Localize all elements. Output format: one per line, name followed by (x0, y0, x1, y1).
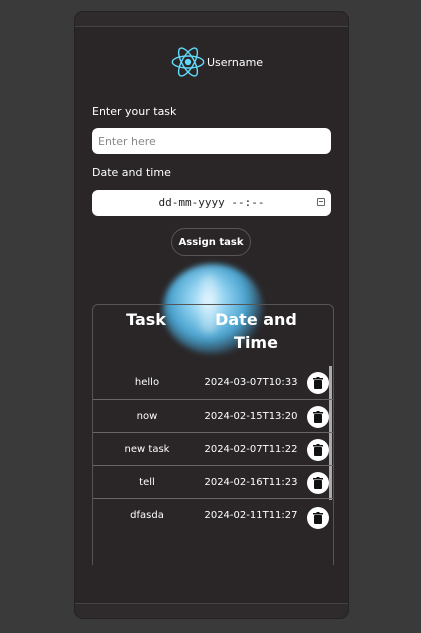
card-bottom-bar (75, 603, 348, 618)
table-row: hello 2024-03-07T10:33 (93, 366, 333, 400)
task-cell: tell (139, 477, 155, 488)
react-logo-icon (171, 47, 205, 77)
row-divider (329, 400, 332, 434)
task-cell: new task (124, 444, 170, 455)
date-cell: 2024-02-15T13:20 (204, 411, 298, 422)
task-cell: hello (134, 377, 160, 388)
datetime-label: Date and time (92, 166, 171, 179)
trash-icon (313, 411, 323, 423)
table-row: tell 2024-02-16T11:23 (93, 465, 333, 500)
brand: Username (168, 44, 263, 80)
date-cell: 2024-02-11T11:27 (204, 510, 298, 521)
username-label: Username (207, 55, 264, 69)
task-cell: now (136, 411, 158, 422)
date-cell: 2024-02-07T11:22 (204, 444, 298, 455)
task-input[interactable] (92, 128, 331, 154)
datetime-input[interactable]: dd-mm-yyyy --:-- (92, 190, 331, 216)
row-divider (329, 466, 332, 500)
table-row: now 2024-02-15T13:20 (93, 399, 333, 434)
task-cell: dfasda (130, 510, 164, 521)
delete-button[interactable] (307, 406, 329, 428)
card-top-bar (75, 12, 348, 27)
table-row: dfasda 2024-02-11T11:27 (93, 498, 333, 532)
task-card: Username Enter your task Date and time d… (75, 12, 348, 618)
header-task: Task (126, 310, 166, 329)
assign-task-button[interactable]: Assign task (171, 228, 251, 256)
task-table: Task Date and Time hello 2024-03-07T10:3… (92, 304, 334, 565)
header-date-time: Date and Time (215, 310, 297, 352)
datetime-placeholder: dd-mm-yyyy --:-- (158, 196, 265, 209)
row-divider (329, 433, 332, 467)
delete-button[interactable] (307, 507, 329, 529)
date-cell: 2024-02-16T11:23 (204, 477, 298, 488)
trash-icon (313, 512, 323, 524)
table-row: new task 2024-02-07T11:22 (93, 432, 333, 467)
task-label: Enter your task (92, 105, 177, 118)
delete-button[interactable] (307, 439, 329, 461)
date-cell: 2024-03-07T10:33 (204, 377, 298, 388)
row-divider (329, 366, 332, 400)
calendar-icon[interactable] (317, 198, 325, 206)
trash-icon (313, 377, 323, 389)
trash-icon (313, 477, 323, 489)
delete-button[interactable] (307, 472, 329, 494)
trash-icon (313, 444, 323, 456)
delete-button[interactable] (307, 372, 329, 394)
